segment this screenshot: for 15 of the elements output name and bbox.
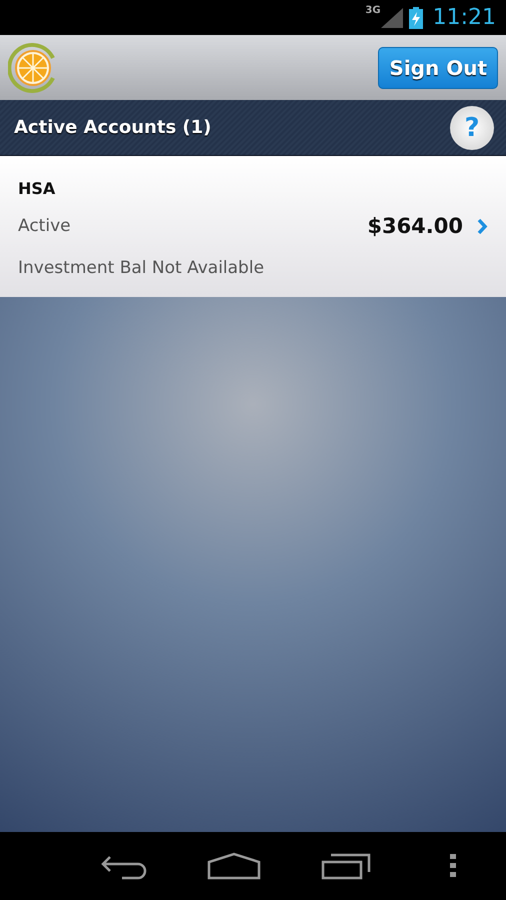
account-note: Investment Bal Not Available: [18, 258, 264, 278]
section-title: Active Accounts (1): [14, 117, 212, 138]
chevron-right-icon: [477, 218, 488, 234]
network-type: 3G: [365, 5, 381, 16]
clock: 11:21: [432, 5, 496, 30]
menu-icon[interactable]: [450, 854, 456, 878]
account-name: HSA: [18, 179, 56, 198]
home-icon[interactable]: [207, 852, 262, 880]
account-status: Active: [18, 216, 71, 236]
account-balance: $364.00: [367, 214, 463, 238]
battery-charging-icon: [408, 6, 423, 28]
signal-icon: [380, 8, 403, 28]
help-button[interactable]: ?: [450, 106, 494, 150]
sign-out-button[interactable]: Sign Out: [378, 46, 498, 88]
recent-apps-icon[interactable]: [320, 852, 371, 880]
